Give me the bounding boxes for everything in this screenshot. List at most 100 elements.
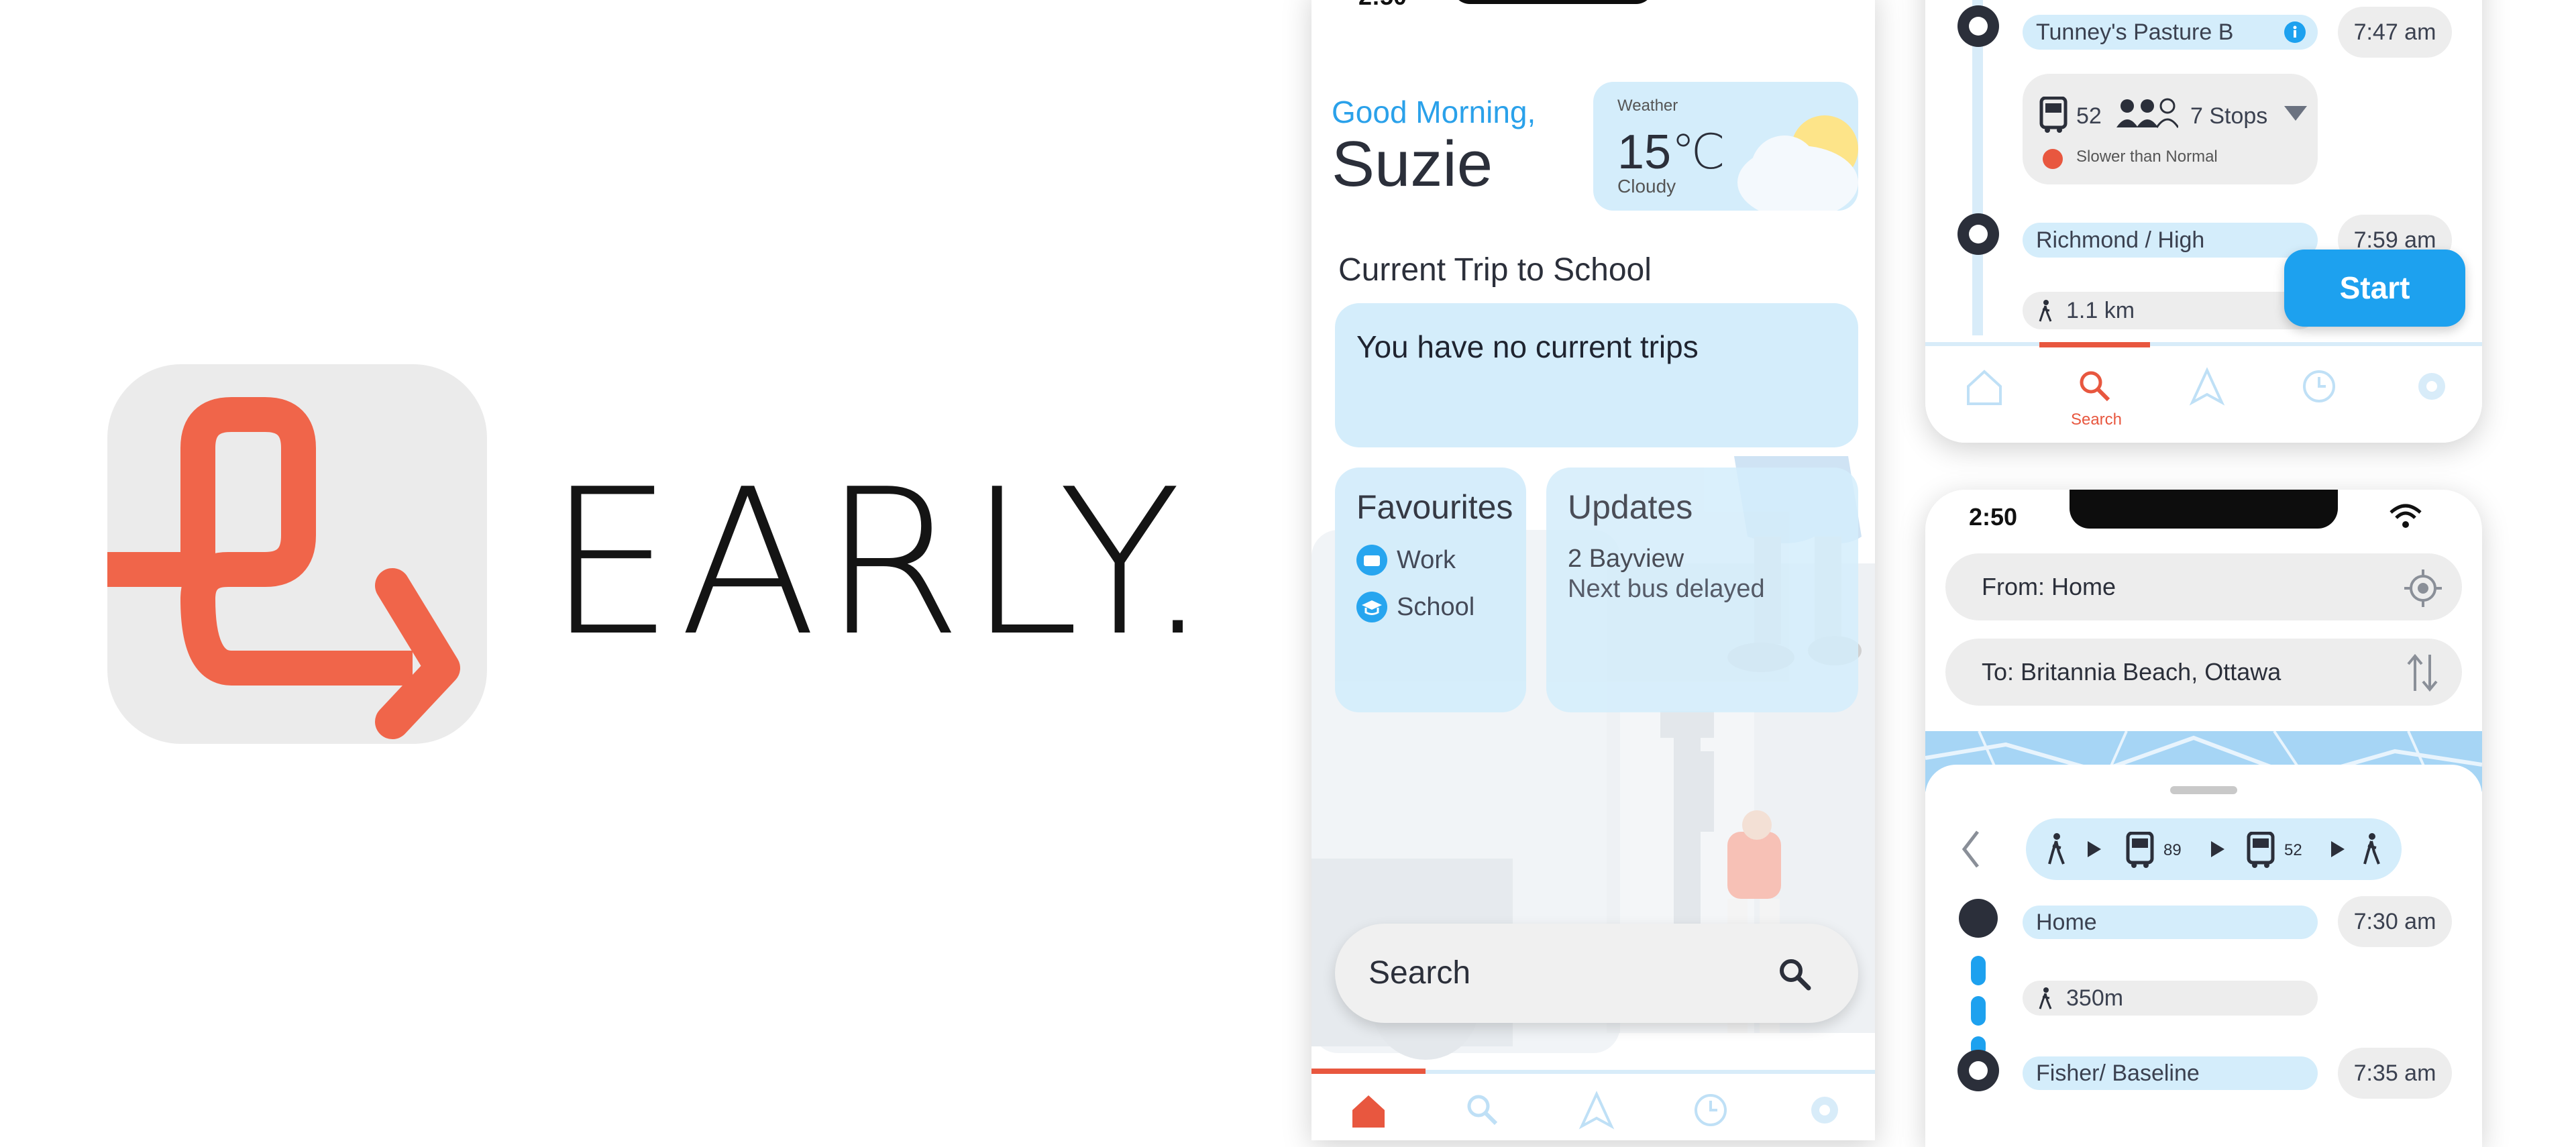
info-icon[interactable]	[2284, 21, 2306, 43]
route-rail	[1972, 0, 1983, 335]
briefcase-icon	[1356, 545, 1387, 576]
current-trip-card[interactable]: You have no current trips	[1335, 303, 1858, 447]
clock-icon[interactable]	[2299, 366, 2339, 406]
walk-leg-pill: 350m	[2023, 981, 2318, 1016]
navigate-icon[interactable]	[1576, 1090, 1617, 1130]
chevron-left-icon[interactable]	[1959, 829, 1982, 869]
wifi-icon	[2390, 504, 2422, 528]
origin-marker	[1959, 899, 1998, 938]
walk-distance: 350m	[2066, 985, 2124, 1011]
locate-icon[interactable]	[2404, 569, 2442, 607]
start-button[interactable]: Start	[2284, 250, 2465, 327]
walking-icon	[2039, 300, 2052, 322]
play-arrow-icon	[2088, 841, 2101, 857]
stop-time: 7:35 am	[2338, 1048, 2452, 1099]
bus-icon	[2126, 832, 2154, 868]
bottom-nav	[1311, 1069, 1875, 1140]
from-field[interactable]: From: Home	[1945, 553, 2462, 620]
walk-distance: 1.1 km	[2066, 298, 2135, 323]
search-nav-icon[interactable]	[2075, 366, 2115, 406]
home-icon[interactable]	[1964, 366, 2004, 406]
settings-icon[interactable]	[2412, 366, 2452, 406]
phone-notch	[2070, 490, 2338, 529]
chevron-down-icon[interactable]	[2284, 105, 2307, 122]
phone-notch	[1452, 0, 1654, 4]
route-summary[interactable]: 89 52	[2026, 818, 2402, 880]
user-name: Suzie	[1332, 128, 1493, 200]
bus-icon	[2039, 97, 2068, 133]
play-arrow-icon	[2211, 841, 2224, 857]
navigate-icon[interactable]	[2187, 366, 2227, 406]
bus-segment-number: 52	[2284, 841, 2302, 859]
play-arrow-icon	[2331, 841, 2345, 857]
stop-marker	[1957, 5, 1999, 47]
stop-name: Fisher/ Baseline	[2036, 1060, 2200, 1086]
bottom-nav: Search	[1925, 342, 2482, 443]
walking-icon	[2048, 833, 2065, 865]
weather-card[interactable]: Weather 15℃ Cloudy	[1593, 82, 1858, 211]
favourite-label: Work	[1397, 545, 1456, 574]
stop-name-pill[interactable]: Home	[2023, 906, 2318, 939]
bus-status-text: Slower than Normal	[2076, 148, 2218, 166]
walking-icon	[2363, 833, 2380, 865]
stop-name-pill[interactable]: Richmond / High	[2023, 223, 2318, 258]
clock-icon[interactable]	[1690, 1090, 1731, 1130]
search-nav-icon[interactable]	[1462, 1090, 1503, 1130]
early-logo-icon	[107, 397, 460, 739]
updates-card[interactable]: Updates 2 Bayview Next bus delayed	[1546, 468, 1858, 712]
greeting-text: Good Morning,	[1332, 95, 1536, 129]
search-bar[interactable]: Search	[1335, 924, 1858, 1023]
updates-title: Updates	[1568, 488, 1693, 526]
bus-stop-count: 7 Stops	[2190, 103, 2268, 129]
current-trip-text: You have no current trips	[1356, 329, 1699, 364]
walk-dot	[1971, 956, 1986, 985]
status-time: 2:50	[1969, 503, 2018, 531]
to-label: To: Britannia Beach, Ottawa	[1982, 658, 2282, 686]
walking-icon	[2039, 987, 2052, 1009]
updates-line-2: Next bus delayed	[1568, 575, 1765, 603]
stop-name: Tunney's Pasture B	[2036, 19, 2234, 45]
settings-icon[interactable]	[1805, 1090, 1845, 1130]
stop-time: 7:30 am	[2338, 896, 2452, 947]
bus-segment-number: 89	[2163, 841, 2182, 859]
home-icon[interactable]	[1348, 1090, 1389, 1130]
stop-marker	[1957, 213, 1999, 255]
walk-leg-pill: 1.1 km	[2023, 292, 2318, 329]
stop-marker	[1957, 1050, 1999, 1091]
cloud-sun-icon	[1737, 115, 1858, 211]
to-field[interactable]: To: Britannia Beach, Ottawa	[1945, 639, 2462, 706]
home-screen: 2:50 Good Morning, Suzie Weather	[1311, 0, 1875, 1140]
walk-dot	[1971, 996, 1986, 1026]
nav-active-indicator	[2039, 342, 2150, 347]
from-label: From: Home	[1982, 573, 2116, 600]
stop-name: Richmond / High	[2036, 227, 2205, 253]
nav-active-indicator	[1311, 1069, 1426, 1074]
weather-desc: Cloudy	[1617, 176, 1676, 197]
updates-line-1: 2 Bayview	[1568, 545, 1684, 573]
nav-active-label: Search	[2070, 411, 2123, 429]
app-logo	[107, 364, 487, 744]
bus-route-number: 52	[2076, 103, 2102, 129]
current-trip-heading: Current Trip to School	[1338, 252, 1652, 288]
swap-icon[interactable]	[2406, 653, 2439, 692]
stop-name-pill[interactable]: Fisher/ Baseline	[2023, 1056, 2318, 1090]
search-label: Search	[1368, 955, 1471, 991]
status-time: 2:50	[1358, 0, 1407, 11]
crowding-icon	[2116, 98, 2178, 128]
favourites-card[interactable]: Favourites Work School	[1335, 468, 1526, 712]
trip-planner-screen: 2:50 From: Home To: Britannia Beach, Ott…	[1925, 490, 2482, 1147]
favourite-item-school[interactable]: School	[1356, 592, 1474, 622]
brand-wordmark: EARLY.	[547, 446, 1216, 680]
bus-leg-card[interactable]: 52 7 Stops Slower than Normal	[2023, 74, 2318, 184]
route-sheet: 89 52 Home 7:30 am 350m Fisher/ Baseline…	[1925, 765, 2482, 1147]
favourite-item-work[interactable]: Work	[1356, 545, 1456, 576]
favourites-title: Favourites	[1356, 488, 1513, 526]
trip-detail-screen: Tunney's Pasture B 7:47 am 52 7 Stops Sl…	[1925, 0, 2482, 443]
graduation-cap-icon	[1356, 592, 1387, 622]
favourite-label: School	[1397, 592, 1475, 621]
sheet-handle[interactable]	[2170, 786, 2237, 794]
delay-status-dot	[2043, 149, 2063, 169]
stop-time: 7:47 am	[2338, 7, 2452, 58]
stop-name-pill[interactable]: Tunney's Pasture B	[2023, 15, 2318, 50]
stop-name: Home	[2036, 910, 2097, 935]
